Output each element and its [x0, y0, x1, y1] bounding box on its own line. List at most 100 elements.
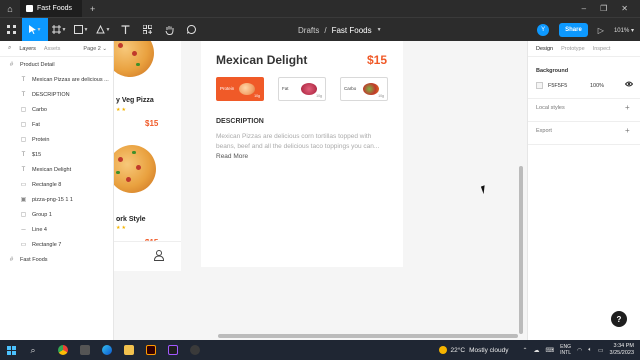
chevron-down-icon[interactable]: ▼ — [377, 27, 382, 33]
page-selector[interactable]: Page 2 ⌄ — [83, 46, 113, 52]
add-local-style-icon[interactable]: + — [625, 103, 630, 112]
layer-frame-product-detail[interactable]: # Product Detail — [0, 57, 113, 72]
add-export-icon[interactable]: + — [625, 126, 630, 135]
chrome-icon[interactable] — [58, 345, 68, 355]
shape-tool[interactable]: ▼ — [70, 18, 92, 42]
chevron-up-icon[interactable]: ⌃ — [522, 347, 527, 354]
share-button[interactable]: Share — [559, 23, 588, 37]
tab-inspect[interactable]: Inspect — [593, 46, 611, 52]
layer-label: Carbo — [32, 106, 47, 113]
layer-frame-fast-foods[interactable]: # Fast Foods — [0, 252, 113, 267]
close-button[interactable]: ✕ — [621, 4, 628, 13]
resources-tool[interactable] — [136, 18, 158, 42]
search-icon[interactable]: ⌕ — [22, 340, 44, 360]
canvas[interactable]: y Veg Pizza ★★ $15 ork Style ★★ $15 Mexi… — [114, 41, 527, 340]
file-explorer-icon[interactable] — [124, 345, 134, 355]
layer-label: pizza-png-15 1 1 — [32, 196, 73, 203]
layer-type-icon: T — [21, 166, 26, 173]
file-tab[interactable]: Fast Foods — [20, 0, 82, 17]
volume-icon[interactable]: 🔈︎ — [588, 347, 592, 354]
product-price: $15 — [367, 53, 388, 67]
vertical-scrollbar[interactable] — [519, 166, 523, 334]
product-detail-frame[interactable]: Mexican Delight $15 Protein 10g Fat 10g … — [201, 41, 403, 267]
toolbar: ▼ ▼ ▼ ▼ Drafts / Fast Foods ▼ Y Share ▷ … — [0, 17, 640, 42]
hand-tool[interactable] — [158, 18, 180, 42]
present-play-icon[interactable]: ▷ — [598, 26, 604, 35]
wifi-icon[interactable]: ◠ — [577, 347, 582, 354]
home-frame[interactable]: y Veg Pizza ★★ $15 ork Style ★★ $15 — [114, 41, 181, 271]
layer-item[interactable]: ─ Line 4 — [0, 222, 113, 237]
chip-label: Carbo — [344, 86, 357, 91]
windows-start-icon[interactable] — [0, 340, 22, 360]
main-menu-icon[interactable] — [0, 18, 22, 42]
hand-icon — [165, 25, 173, 35]
battery-icon[interactable]: ▭ — [598, 347, 604, 354]
layer-item[interactable]: ▢ Protein — [0, 132, 113, 147]
layer-type-icon: ▢ — [20, 107, 27, 113]
weather-widget[interactable]: 22°C Mostly cloudy — [438, 346, 508, 354]
pen-tool[interactable]: ▼ — [92, 18, 114, 42]
cursor-icon — [28, 25, 36, 34]
taskview-icon[interactable] — [80, 345, 90, 355]
onedrive-icon[interactable]: ☁ — [533, 347, 539, 354]
layer-item[interactable]: T DESCRIPTION — [0, 87, 113, 102]
tab-layers[interactable]: Layers — [19, 46, 36, 52]
language-indicator[interactable]: ENG INTL — [560, 344, 571, 356]
eye-icon[interactable] — [624, 81, 634, 89]
restore-button[interactable]: ❐ — [600, 4, 607, 13]
card-name-1: y Veg Pizza — [116, 97, 154, 104]
layer-type-icon: ─ — [21, 226, 26, 233]
background-swatch[interactable] — [536, 82, 543, 89]
tab-assets[interactable]: Assets — [44, 46, 61, 52]
egg-image — [239, 83, 255, 95]
file-name[interactable]: Fast Foods — [332, 26, 372, 35]
move-tool[interactable]: ▼ — [22, 17, 48, 42]
text-icon — [121, 25, 129, 34]
chip-protein[interactable]: Protein 10g — [216, 77, 264, 101]
layer-type-icon: ▭ — [20, 182, 27, 188]
chip-carbo[interactable]: Carbo 10g — [340, 77, 388, 101]
layer-label: Group 1 — [32, 211, 52, 218]
system-tray: ⌃ ☁ ⌨ ENG INTL ◠ 🔈︎ ▭ — [522, 344, 603, 356]
home-icon[interactable]: ⌂ — [0, 0, 20, 17]
comment-tool[interactable] — [180, 18, 202, 42]
background-opacity-input[interactable]: 100% — [590, 83, 604, 89]
figma-icon[interactable] — [168, 345, 178, 355]
layer-item[interactable]: ▭ Rectangle 8 — [0, 177, 113, 192]
read-more-link[interactable]: Read More — [216, 153, 248, 160]
help-button[interactable]: ? — [611, 311, 627, 327]
new-tab-button[interactable]: + — [90, 4, 95, 14]
background-heading: Background — [536, 68, 569, 74]
layer-item[interactable]: ▭ Rectangle 7 — [0, 237, 113, 252]
page-name: Page 2 — [83, 45, 101, 52]
background-hex-input[interactable]: F5F5F5 — [548, 83, 567, 89]
edge-icon[interactable] — [102, 345, 112, 355]
zoom-dropdown[interactable]: 101% ▾ — [614, 27, 634, 34]
description-heading: DESCRIPTION — [216, 118, 264, 125]
layer-label: Line 4 — [32, 226, 47, 233]
tab-prototype[interactable]: Prototype — [561, 46, 585, 52]
tab-design[interactable]: Design — [536, 46, 553, 52]
frame-tool[interactable]: ▼ — [48, 18, 70, 42]
breadcrumb-drafts[interactable]: Drafts — [298, 26, 319, 35]
layer-type-icon: ▢ — [20, 137, 27, 143]
search-icon[interactable]: ⌕ — [8, 45, 11, 52]
settings-gear-icon[interactable] — [190, 345, 200, 355]
illustrator-icon[interactable] — [146, 345, 156, 355]
layer-item[interactable]: T Mexican Delight — [0, 162, 113, 177]
avatar[interactable]: Y — [537, 24, 550, 36]
chip-fat[interactable]: Fat 10g — [278, 77, 326, 101]
keyboard-icon[interactable]: ⌨ — [545, 347, 554, 354]
user-icon[interactable] — [153, 250, 165, 264]
horizontal-scrollbar[interactable] — [218, 334, 518, 338]
layer-item[interactable]: T $15 — [0, 147, 113, 162]
layer-item[interactable]: ▢ Fat — [0, 117, 113, 132]
clock[interactable]: 3:34 PM 3/25/2023 — [610, 343, 634, 357]
layer-item[interactable]: ▢ Group 1 — [0, 207, 113, 222]
minimize-button[interactable]: – — [582, 4, 586, 13]
layer-item[interactable]: ▢ Carbo — [0, 102, 113, 117]
layer-item[interactable]: T Mexican Pizzas are delicious ... — [0, 72, 113, 87]
text-tool[interactable] — [114, 18, 136, 42]
breadcrumb: Drafts / Fast Foods ▼ — [298, 18, 382, 42]
layer-item[interactable]: ▣ pizza-png-15 1 1 — [0, 192, 113, 207]
